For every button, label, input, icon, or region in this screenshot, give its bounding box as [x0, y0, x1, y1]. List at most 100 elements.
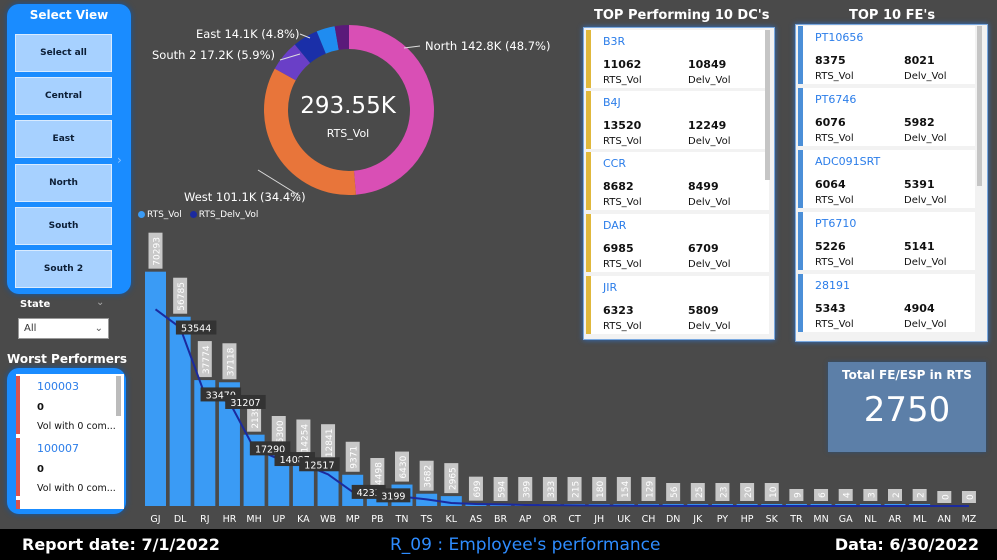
delv-vol-label: Delv_Vol [904, 133, 947, 144]
bar-value-label: 6 [814, 489, 829, 501]
x-tick-label: GJ [150, 514, 160, 525]
bar-value-text: 37774 [202, 345, 212, 374]
bar-value-text: 20 [744, 486, 754, 498]
bar-value-label: 6430 [395, 451, 409, 482]
bar-value-label: 37774 [197, 341, 212, 378]
rts-vol-label: RTS_Vol [603, 259, 642, 270]
donut-label-west: West 101.1K (34.4%) [184, 190, 306, 204]
bar-value-text: 3682 [424, 465, 434, 488]
line-value-label: 53544 [181, 324, 211, 335]
x-tick-label: MH [246, 514, 261, 525]
x-tick-label: KA [297, 514, 310, 525]
donut-label-south-2: South 2 17.2K (5.9%) [152, 48, 275, 62]
dc-card[interactable]: B3R 11062 10849 RTS_Vol Delv_Vol [586, 30, 769, 88]
rts-vol-value: 11062 [603, 58, 642, 71]
x-tick-label: ML [913, 514, 927, 525]
dc-card[interactable]: B4J 13520 12249 RTS_Vol Delv_Vol [586, 91, 769, 149]
bar-value-label: 9 [789, 489, 804, 501]
bar-value-text: 594 [498, 481, 508, 498]
rts-vol-value: 6985 [603, 242, 634, 255]
total-fe-card: Total FE/ESP in RTS 2750 [828, 362, 986, 452]
fe-id: PT6746 [815, 93, 857, 106]
bar-value-label: 56 [666, 483, 681, 501]
fe-card[interactable]: PT10656 8375 8021 RTS_Vol Delv_Vol [798, 26, 975, 84]
dc-cards-panel[interactable]: B3R 11062 10849 RTS_Vol Delv_Vol B4J 135… [583, 27, 775, 340]
bar-value-label: 3682 [419, 460, 434, 491]
rts-vol-label: RTS_Vol [603, 197, 642, 208]
x-tick-label: MN [813, 514, 828, 525]
dc-id: CCR [603, 157, 627, 170]
rts-vol-label: RTS_Vol [603, 136, 642, 147]
bar-value-label: 3 [863, 489, 878, 501]
line-value-label: 12517 [304, 460, 334, 471]
bar-value-text: 180 [596, 481, 606, 498]
total-fe-title: Total FE/ESP in RTS [842, 368, 972, 382]
bar-value-label: 399 [518, 477, 533, 501]
bar-value-label: 20 [740, 483, 755, 501]
fe-card[interactable]: 28191 5343 4904 RTS_Vol Delv_Vol [798, 274, 975, 332]
legend-item-rts-delv-vol[interactable]: RTS_Delv_Vol [189, 210, 258, 220]
bar-value-text: 37118 [226, 347, 236, 376]
fe-card[interactable]: PT6746 6076 5982 RTS_Vol Delv_Vol [798, 88, 975, 146]
dc-id: B4J [603, 96, 621, 109]
bar-value-text: 2965 [448, 467, 458, 490]
scrollbar[interactable] [977, 26, 982, 186]
dc-id: JIR [603, 281, 618, 294]
x-tick-label: MZ [962, 514, 977, 525]
bar-value-label: 14254 [296, 419, 311, 456]
dc-card[interactable]: JIR 6323 5809 RTS_Vol Delv_Vol [586, 276, 769, 334]
bar-GJ[interactable] [145, 271, 166, 506]
fe-cards-panel[interactable]: PT10656 8375 8021 RTS_Vol Delv_Vol PT674… [795, 24, 988, 342]
chart-legend: RTS_Vol RTS_Delv_Vol [138, 210, 258, 220]
bar-value-text: 9 [793, 492, 803, 498]
delv-vol-value: 12249 [688, 119, 727, 132]
rts-vol-label: RTS_Vol [815, 195, 854, 206]
bar-value-label: 4 [838, 489, 853, 501]
rts-vol-value: 13520 [603, 119, 642, 132]
bar-value-text: 333 [547, 481, 557, 498]
delv-vol-label: Delv_Vol [688, 136, 731, 147]
bar-value-text: 56 [670, 486, 680, 498]
bar-value-text: 9371 [350, 446, 360, 469]
bar-value-text: 399 [522, 481, 532, 498]
delv-vol-value: 4904 [904, 302, 935, 315]
delv-vol-label: Delv_Vol [904, 319, 947, 330]
bar-value-text: 2 [892, 492, 902, 498]
rts-vol-value: 6076 [815, 116, 846, 129]
delv-vol-label: Delv_Vol [904, 195, 947, 206]
delv-vol-value: 5809 [688, 304, 719, 317]
bar-value-label: 180 [592, 477, 607, 501]
bar-value-label: 12841 [321, 424, 336, 461]
fe-card[interactable]: ADC091SRT 6064 5391 RTS_Vol Delv_Vol [798, 150, 975, 208]
dc-card[interactable]: DAR 6985 6709 RTS_Vol Delv_Vol [586, 214, 769, 272]
x-tick-label: JK [692, 514, 703, 525]
x-tick-label: HR [223, 514, 237, 525]
rts-vol-label: RTS_Vol [815, 257, 854, 268]
bar-value-label: 154 [616, 477, 631, 501]
bar-value-label: 56785 [173, 277, 188, 314]
rts-vol-label: RTS_Vol [603, 321, 642, 332]
x-tick-label: TR [789, 514, 803, 525]
fe-card[interactable]: PT6710 5226 5141 RTS_Vol Delv_Vol [798, 212, 975, 270]
delv-vol-value: 8021 [904, 54, 935, 67]
delv-vol-label: Delv_Vol [688, 259, 731, 270]
x-tick-label: BR [494, 514, 508, 525]
bar-value-label: 4498 [370, 458, 385, 489]
bar-value-text: 154 [621, 481, 631, 498]
rts-vol-label: RTS_Vol [815, 71, 854, 82]
fe-id: PT6710 [815, 217, 857, 230]
dc-card[interactable]: CCR 8682 8499 RTS_Vol Delv_Vol [586, 152, 769, 210]
scrollbar[interactable] [765, 30, 770, 180]
delv-vol-label: Delv_Vol [688, 75, 731, 86]
dc-id: DAR [603, 219, 627, 232]
legend-item-rts-vol[interactable]: RTS_Vol [138, 210, 182, 220]
bar-value-label: 594 [493, 477, 508, 501]
legend-dot [138, 211, 145, 218]
bar-value-label: 25 [690, 483, 705, 501]
rts-vol-label: RTS_Vol [815, 133, 854, 144]
bar-value-text: 25 [695, 487, 705, 498]
delv-vol-label: Delv_Vol [904, 71, 947, 82]
x-tick-label: AR [888, 514, 901, 525]
bar-value-label: 2 [912, 489, 927, 501]
bar-value-text: 4 [843, 492, 853, 498]
